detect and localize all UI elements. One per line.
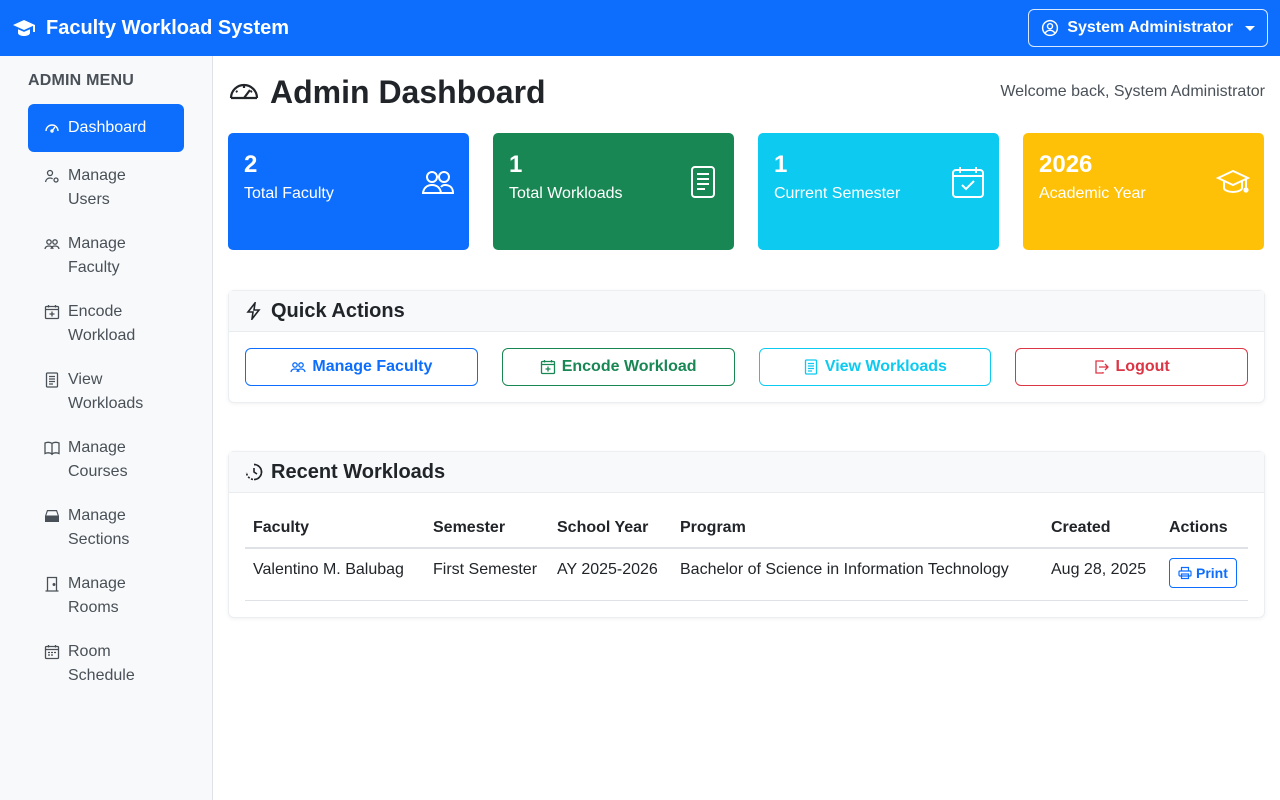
manage-faculty-button[interactable]: Manage Faculty — [245, 348, 478, 386]
column-header-faculty: Faculty — [245, 509, 425, 549]
table-header-row: Faculty Semester School Year Program Cre… — [245, 509, 1248, 549]
user-name: System Administrator — [1067, 19, 1233, 36]
sidebar-item-faculty[interactable]: Manage Faculty — [28, 224, 184, 288]
brand-title: Faculty Workload System — [46, 16, 290, 39]
calendar-week-icon — [44, 645, 60, 660]
chevron-down-icon — [1245, 25, 1255, 31]
logout-button[interactable]: Logout — [1015, 348, 1248, 386]
quick-actions-card: Quick Actions Manage Faculty Encode Work… — [228, 290, 1265, 403]
cell-created: Aug 28, 2025 — [1043, 548, 1161, 601]
stat-card-total-faculty: 2 Total Faculty — [228, 133, 469, 250]
sidebar-item-label: Manage Users — [68, 167, 126, 208]
column-header-created: Created — [1043, 509, 1161, 549]
mortarboard-icon — [1216, 169, 1250, 194]
view-workloads-button[interactable]: View Workloads — [758, 348, 992, 386]
sidebar-item-label: View Workloads — [68, 371, 144, 412]
cell-actions: Print — [1161, 548, 1248, 601]
stat-card-current-semester: 1 Current Semester — [758, 133, 999, 250]
welcome-message: Welcome back, System Administrator — [1000, 83, 1265, 100]
recent-workloads-header: Recent Workloads — [229, 452, 1264, 493]
stat-card-academic-year: 2026 Academic Year — [1023, 133, 1264, 250]
cell-program: Bachelor of Science in Information Techn… — [672, 548, 1043, 601]
recent-workloads-table: Faculty Semester School Year Program Cre… — [245, 509, 1248, 601]
print-button[interactable]: Print — [1169, 558, 1237, 588]
sidebar-item-rooms[interactable]: Manage Rooms — [28, 564, 184, 628]
sidebar-item-encode-workload[interactable]: Encode Workload — [28, 292, 184, 356]
sidebar-item-users[interactable]: Manage Users — [28, 156, 184, 220]
button-label: Encode Workload — [561, 358, 697, 375]
calendar-check-icon — [952, 167, 984, 198]
printer-icon — [1178, 566, 1192, 580]
cell-faculty: Valentino M. Balubag — [245, 548, 425, 601]
stat-card-total-workloads: 1 Total Workloads — [493, 133, 734, 250]
document-icon — [691, 166, 715, 198]
sidebar-item-label: Encode Workload — [68, 303, 136, 344]
book-icon — [44, 441, 60, 456]
sidebar-item-courses[interactable]: Manage Courses — [28, 428, 184, 492]
recent-workloads-title: Recent Workloads — [271, 460, 446, 483]
sidebar-item-label: Manage Rooms — [68, 575, 126, 616]
user-menu-button[interactable]: System Administrator — [1028, 9, 1268, 47]
encode-workload-button[interactable]: Encode Workload — [501, 348, 735, 386]
sidebar: ADMIN MENU Dashboard Manage Users Manage… — [0, 56, 213, 800]
sidebar-item-view-workloads[interactable]: View Workloads — [28, 360, 184, 424]
recent-workloads-table-wrap: Faculty Semester School Year Program Cre… — [229, 493, 1264, 617]
lightning-icon — [246, 302, 261, 320]
table-row: Valentino M. Balubag First Semester AY 2… — [245, 548, 1248, 601]
people-icon — [421, 171, 455, 194]
cell-school-year: AY 2025-2026 — [549, 548, 672, 601]
main-content: Admin Dashboard Welcome back, System Adm… — [213, 56, 1280, 800]
column-header-actions: Actions — [1161, 509, 1248, 549]
top-navbar: Faculty Workload System System Administr… — [0, 0, 1280, 56]
sidebar-item-label: Manage Faculty — [68, 235, 126, 276]
calendar-plus-icon — [540, 360, 555, 375]
door-icon — [45, 576, 59, 592]
sidebar-item-room-schedule[interactable]: Room Schedule — [28, 632, 184, 696]
logout-icon — [1094, 360, 1109, 374]
column-header-school-year: School Year — [549, 509, 672, 549]
people-icon — [290, 362, 307, 373]
sidebar-item-label: Room Schedule — [68, 643, 135, 684]
brand[interactable]: Faculty Workload System — [12, 16, 289, 40]
sidebar-item-label: Dashboard — [68, 119, 147, 136]
document-icon — [804, 359, 817, 375]
page-header: Admin Dashboard Welcome back, System Adm… — [228, 56, 1265, 128]
column-header-program: Program — [672, 509, 1043, 549]
sidebar-item-label: Manage Sections — [68, 507, 130, 548]
quick-actions-row: Manage Faculty Encode Workload View Work… — [229, 332, 1264, 402]
document-icon — [45, 372, 59, 388]
people-icon — [44, 239, 60, 250]
stats-row: 2 Total Faculty 1 Total Workloads 1 Curr… — [228, 133, 1265, 250]
speedometer-icon — [229, 83, 259, 100]
sidebar-item-dashboard[interactable]: Dashboard — [28, 104, 184, 152]
quick-actions-title: Quick Actions — [271, 299, 405, 322]
sidebar-item-sections[interactable]: Manage Sections — [28, 496, 184, 560]
button-label: Logout — [1115, 358, 1170, 375]
page-title: Admin Dashboard — [228, 74, 546, 111]
clock-history-icon — [245, 463, 263, 481]
button-label: View Workloads — [824, 358, 947, 375]
page-title-text: Admin Dashboard — [270, 73, 546, 110]
speedometer-icon — [45, 124, 59, 133]
sidebar-title: ADMIN MENU — [28, 72, 134, 89]
inbox-icon — [45, 510, 59, 522]
quick-actions-header: Quick Actions — [229, 291, 1264, 332]
button-label: Manage Faculty — [312, 358, 433, 375]
user-gear-icon — [44, 169, 59, 183]
sidebar-item-label: Manage Courses — [68, 439, 128, 480]
column-header-semester: Semester — [425, 509, 549, 549]
recent-workloads-card: Recent Workloads Faculty Semester School… — [228, 451, 1265, 618]
user-circle-icon — [1042, 19, 1059, 37]
calendar-plus-icon — [44, 305, 60, 320]
mortarboard-icon — [13, 20, 35, 36]
cell-semester: First Semester — [425, 548, 549, 601]
print-label: Print — [1196, 565, 1228, 581]
